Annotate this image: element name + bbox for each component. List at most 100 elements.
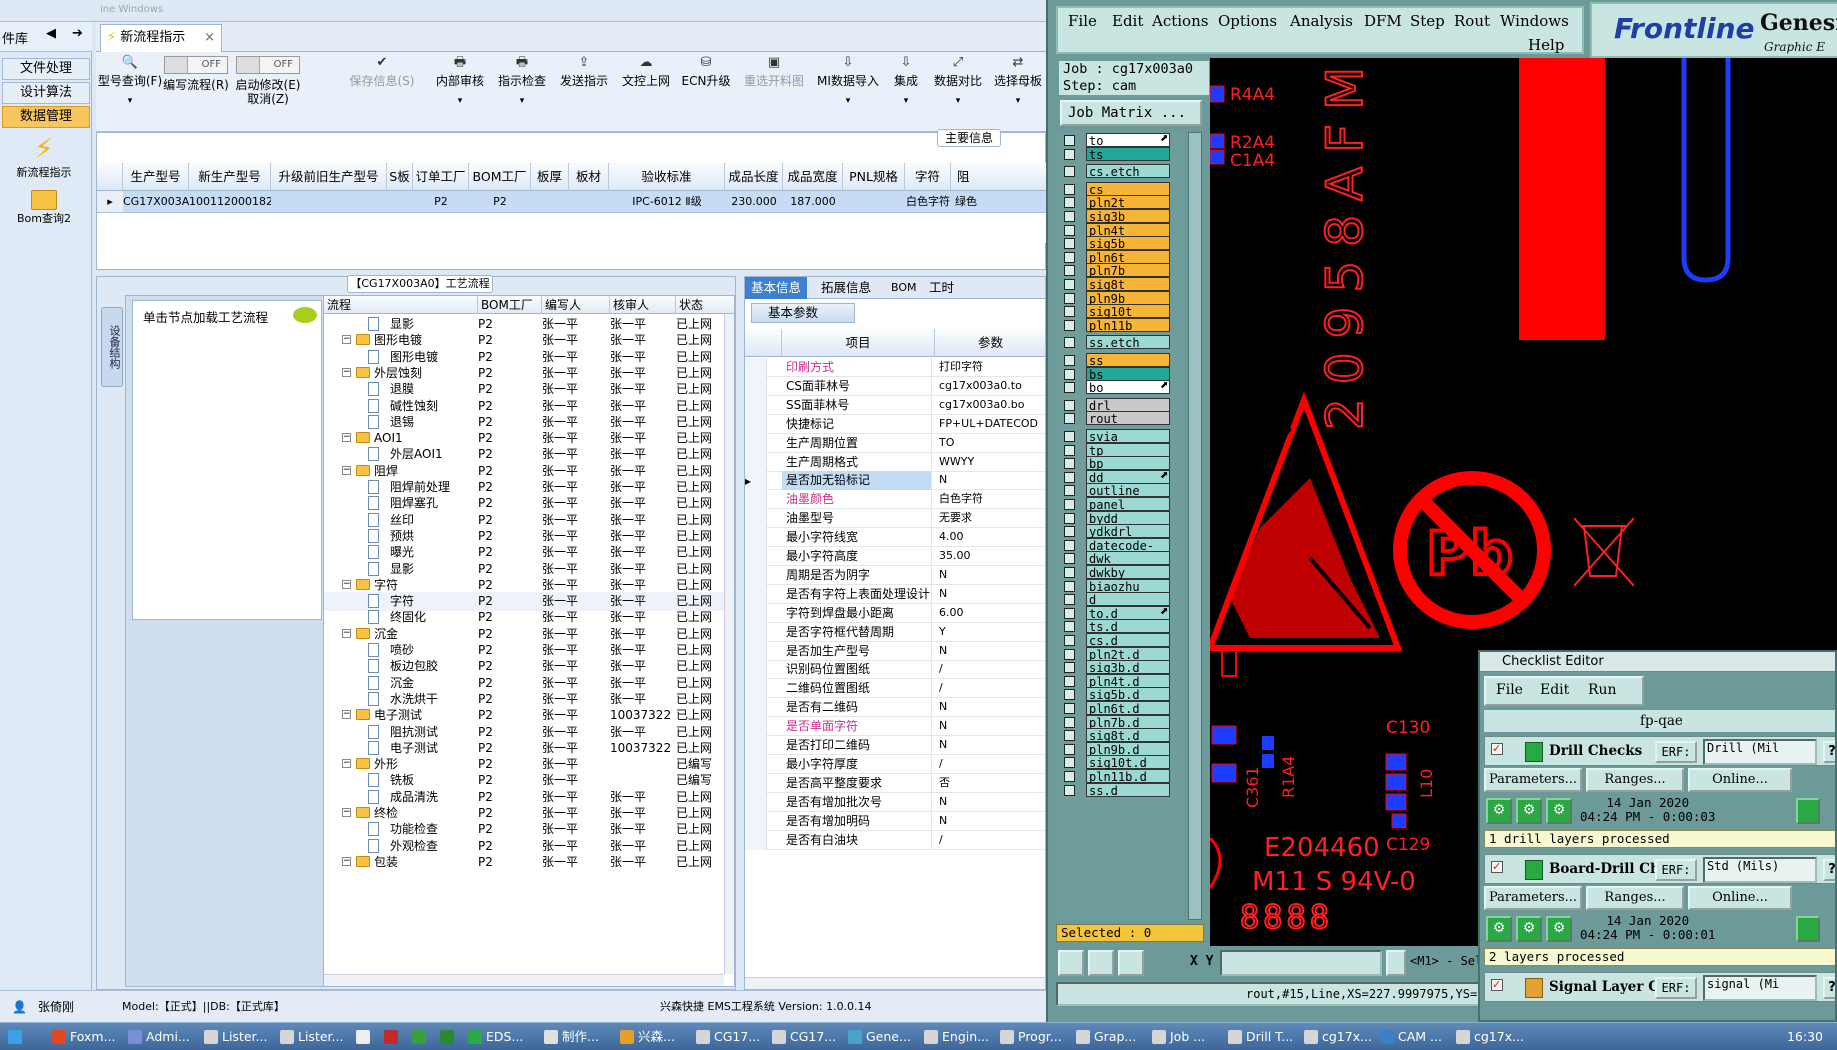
grid-cell[interactable] xyxy=(843,191,905,213)
layer-checkbox[interactable] xyxy=(1064,553,1075,565)
layer-checkbox[interactable] xyxy=(1064,183,1075,195)
property-row[interactable]: CS面菲林号 cg17x003a0.to xyxy=(745,376,1045,396)
layer-row[interactable]: bo ⬈ xyxy=(1056,379,1184,395)
property-value[interactable]: 否 xyxy=(935,774,1039,792)
property-row[interactable]: 生产周期格式 WWYY xyxy=(745,452,1045,472)
layer-row[interactable]: ss.etch xyxy=(1056,334,1184,350)
run-icon[interactable]: ⚙ xyxy=(1516,798,1542,824)
load-process-box[interactable]: 单击节点加载工艺流程 xyxy=(132,300,322,620)
help-icon[interactable]: ? xyxy=(1823,741,1835,763)
taskbar-item[interactable]: Engin... xyxy=(920,1026,994,1048)
doc-online-button[interactable]: ☁ 文控上网 xyxy=(618,56,674,89)
erf-value[interactable]: Drill (Mil xyxy=(1703,739,1817,765)
layer-checkbox[interactable] xyxy=(1064,355,1075,366)
property-row[interactable]: 是否字符框代替周期 Y xyxy=(745,622,1045,642)
cle-menu-edit[interactable]: Edit xyxy=(1540,682,1569,698)
menu-file[interactable]: File xyxy=(1068,12,1097,30)
grid-cell[interactable] xyxy=(531,191,569,213)
layer-row[interactable]: ts xyxy=(1056,146,1184,162)
layer-checkbox[interactable] xyxy=(1064,580,1075,592)
nav-forward-icon[interactable]: ➔ xyxy=(72,26,83,41)
layer-checkbox[interactable] xyxy=(1064,784,1075,796)
layer-checkbox[interactable] xyxy=(1064,431,1075,442)
start-modify-switch[interactable]: OFF xyxy=(236,56,300,74)
cle-menu-run[interactable]: Run xyxy=(1588,682,1617,698)
tree-vertical-scrollbar[interactable] xyxy=(724,314,734,974)
online-button[interactable]: Online... xyxy=(1688,768,1792,792)
property-value[interactable]: Y xyxy=(935,623,1039,641)
taskbar-item[interactable] xyxy=(380,1026,406,1048)
property-row[interactable]: 周期是否为阴字 N xyxy=(745,565,1045,585)
expand-toggle-icon[interactable]: − xyxy=(342,808,351,817)
menu-options[interactable]: Options xyxy=(1218,12,1277,30)
expand-toggle-icon[interactable]: − xyxy=(342,335,351,345)
taskbar-item[interactable]: Drill T... xyxy=(1224,1026,1298,1048)
checklist-editor-title[interactable]: Checklist Editor xyxy=(1480,652,1835,672)
taskbar-item[interactable]: cg17x... xyxy=(1300,1026,1374,1048)
taskbar-item[interactable] xyxy=(436,1026,462,1048)
col-header[interactable]: 板材 xyxy=(569,163,609,191)
property-value[interactable]: N xyxy=(935,736,1039,754)
property-row[interactable]: ▸ 是否加无铅标记 N xyxy=(745,471,1045,491)
property-row[interactable]: 快捷标记 FP+UL+DATECODE xyxy=(745,414,1045,434)
layer-checkbox[interactable] xyxy=(1064,771,1075,782)
property-value[interactable]: N xyxy=(935,698,1039,716)
start-button[interactable] xyxy=(4,1026,44,1048)
menu-actions[interactable]: Actions xyxy=(1152,12,1208,30)
help-icon[interactable]: ? xyxy=(1823,977,1835,999)
property-value[interactable]: N xyxy=(935,585,1039,603)
layer-checkbox[interactable] xyxy=(1064,716,1075,728)
check-name[interactable]: Board-Drill Che xyxy=(1549,861,1668,877)
col-header[interactable]: 验收标准 xyxy=(609,163,725,191)
property-value[interactable]: TO xyxy=(935,434,1039,452)
property-row[interactable]: 是否有增加批次号 N xyxy=(745,792,1045,812)
menu-edit[interactable]: Edit xyxy=(1112,12,1143,30)
property-value[interactable]: 4.00 xyxy=(935,528,1039,546)
layer-checkbox[interactable] xyxy=(1064,279,1075,290)
layer-checkbox[interactable] xyxy=(1064,662,1075,674)
nav-new-process-shortcut[interactable]: ⚡ 新流程指示 xyxy=(0,134,88,180)
property-row[interactable]: 是否加生产型号 N xyxy=(745,641,1045,661)
run-icon[interactable]: ⚙ xyxy=(1546,798,1572,824)
erf-button[interactable]: ERF: xyxy=(1655,741,1697,763)
taskbar-item[interactable]: CG17... xyxy=(768,1026,842,1048)
job-matrix-button[interactable]: Job Matrix ... xyxy=(1060,100,1202,126)
property-row[interactable]: 是否打印二维码 N xyxy=(745,736,1045,755)
taskbar-item[interactable]: Progr... xyxy=(996,1026,1070,1048)
property-row[interactable]: 油墨型号 无要求 xyxy=(745,509,1045,529)
layer-checkbox[interactable] xyxy=(1064,526,1075,538)
tree-col-header[interactable]: 核审人 xyxy=(610,296,676,314)
grid-cell[interactable]: 白色字符 xyxy=(905,191,951,213)
layer-list-scrollbar[interactable] xyxy=(1188,132,1202,920)
layer-checkbox[interactable] xyxy=(1064,265,1075,277)
props-col-item[interactable]: 项目 xyxy=(782,329,935,357)
property-value[interactable]: 6.00 xyxy=(935,604,1039,622)
property-value[interactable]: cg17x003a0.bo xyxy=(935,396,1039,414)
props-col-value[interactable]: 参数 xyxy=(935,329,1045,357)
check-enable-checkbox[interactable]: ✓ xyxy=(1491,979,1503,991)
erf-value[interactable]: signal (Mi xyxy=(1703,975,1817,1001)
menu-windows[interactable]: Windows xyxy=(1500,12,1569,30)
send-instruction-button[interactable]: ⇪ 发送指示 xyxy=(554,56,614,89)
tree-col-header[interactable]: BOM工厂 xyxy=(478,296,542,314)
xy-input[interactable] xyxy=(1220,950,1382,976)
property-row[interactable]: 最小字符高度 35.00 xyxy=(745,547,1045,566)
expand-toggle-icon[interactable]: − xyxy=(342,710,351,720)
property-value[interactable]: / xyxy=(935,831,1039,849)
grid-cell[interactable] xyxy=(569,191,609,213)
property-row[interactable]: 油墨颜色 白色字符 xyxy=(745,490,1045,510)
taskbar-item[interactable]: Job ... xyxy=(1148,1026,1222,1048)
col-header[interactable]: 板厚 xyxy=(531,163,569,191)
taskbar-item[interactable]: Foxm... xyxy=(48,1026,122,1048)
layer-checkbox[interactable] xyxy=(1064,757,1075,769)
grid-cell[interactable]: IPC-6012 Ⅱ级 xyxy=(609,191,725,213)
erf-value[interactable]: Std (Mils) xyxy=(1703,857,1817,883)
expand-toggle-icon[interactable]: − xyxy=(342,433,351,443)
measure-tool-icon[interactable] xyxy=(1088,950,1114,976)
property-row[interactable]: 二维码位置图纸 / xyxy=(745,679,1045,699)
col-header[interactable]: 新生产型号 xyxy=(189,163,271,191)
expand-toggle-icon[interactable]: − xyxy=(342,367,351,377)
col-header[interactable]: 阻 xyxy=(951,163,1046,191)
property-value[interactable]: N xyxy=(935,642,1039,660)
instruction-check-button[interactable]: 🖶 指示检查 ▾ xyxy=(494,56,550,108)
